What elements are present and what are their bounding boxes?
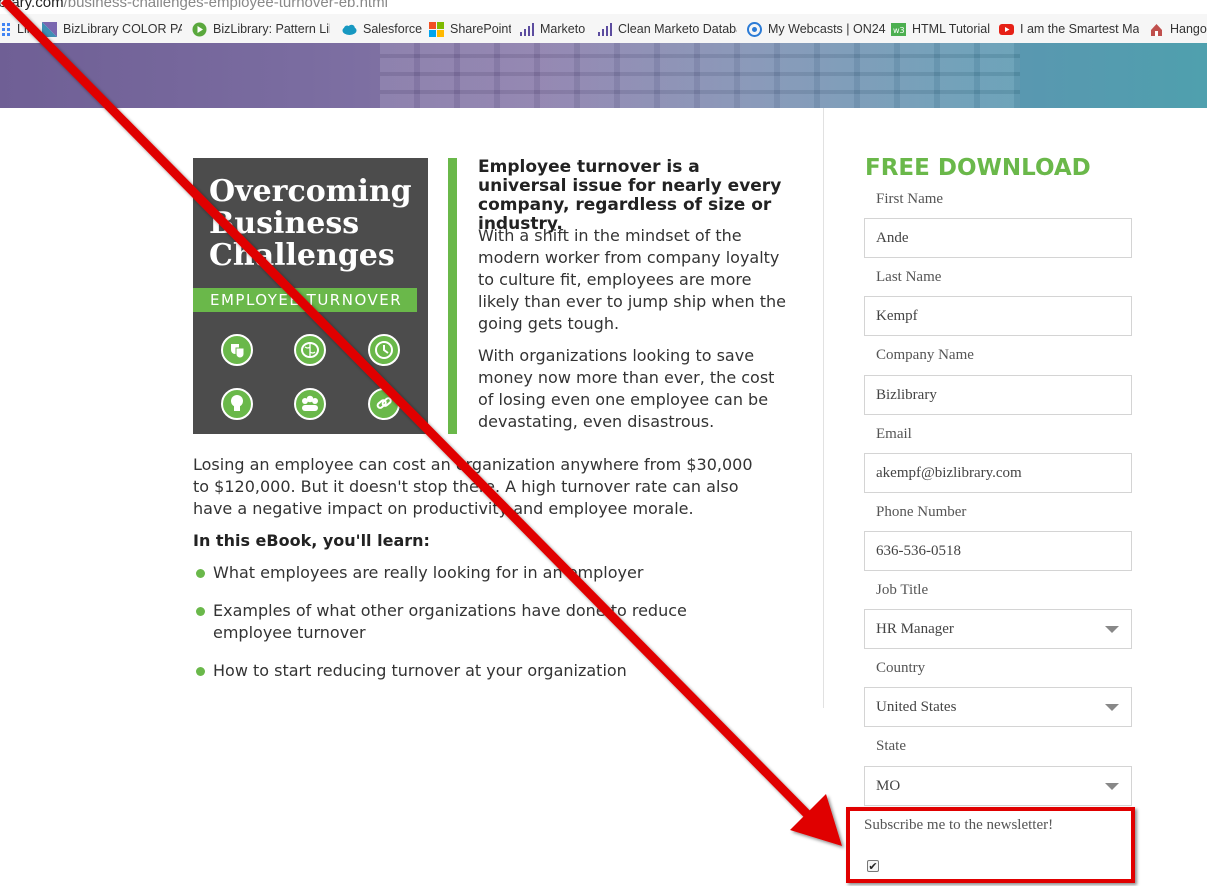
bookmark-clean-marketo[interactable]: Clean Marketo Databa — [597, 20, 737, 38]
bookmark-marketo[interactable]: Marketo — [519, 20, 591, 38]
cover-band: EMPLOYEE TURNOVER — [193, 288, 417, 312]
phone-label: Phone Number — [876, 504, 967, 520]
url-text: brary.com/business-challenges-employee-t… — [0, 0, 388, 11]
link-icon — [368, 388, 400, 420]
form-title: FREE DOWNLOAD — [865, 155, 1091, 181]
state-value: MO — [876, 778, 901, 794]
last-name-field[interactable]: Kempf — [864, 296, 1132, 336]
cover-title-line-3: Challenges — [209, 238, 395, 273]
bullet-icon — [196, 569, 205, 578]
bars-icon — [597, 22, 612, 37]
email-field[interactable]: akempf@bizlibrary.com — [864, 453, 1132, 493]
svg-text:w3: w3 — [893, 26, 905, 35]
theater-masks-icon — [221, 334, 253, 366]
bookmark-html-tutorial[interactable]: w3 HTML Tutorial — [891, 20, 991, 38]
bookmark-sharepoint[interactable]: SharePoint — [429, 20, 511, 38]
ebook-cover: Overcoming Business Challenges EMPLOYEE … — [193, 158, 428, 434]
clock-icon — [368, 334, 400, 366]
cloud-icon — [342, 22, 357, 37]
chevron-down-icon — [1105, 704, 1119, 711]
address-bar[interactable]: brary.com/business-challenges-employee-t… — [0, 0, 1207, 14]
lead-heading: Employee turnover is a universal issue f… — [478, 157, 782, 234]
cover-title-line-2: Business — [209, 206, 360, 241]
country-value: United States — [876, 699, 957, 715]
country-select[interactable]: United States — [864, 687, 1132, 727]
bookmarks-bar: Lin BizLibrary COLOR PAL BizLibrary: Pat… — [0, 14, 1207, 44]
state-label: State — [876, 738, 906, 754]
first-name-field[interactable]: Ande — [864, 218, 1132, 258]
body-paragraph: Losing an employee can cost an organizat… — [193, 455, 753, 518]
chevron-down-icon — [1105, 626, 1119, 633]
w3-icon: w3 — [891, 22, 906, 37]
bookmark-hangouts[interactable]: Hangou — [1149, 20, 1207, 38]
chevron-down-icon — [1105, 783, 1119, 790]
intro-paragraph-1: With a shift in the mindset of the moder… — [478, 226, 786, 333]
play-icon — [192, 22, 207, 37]
hero-banner — [0, 43, 1207, 108]
bookmark-on24[interactable]: My Webcasts | ON24 — [747, 20, 887, 38]
highlight-box — [846, 807, 1135, 883]
last-name-label: Last Name — [876, 269, 942, 285]
brain-icon — [294, 334, 326, 366]
email-label: Email — [876, 426, 912, 442]
bookmark-apps[interactable]: Lin — [0, 20, 32, 38]
hangouts-icon — [1149, 22, 1164, 37]
job-title-value: HR Manager — [876, 621, 954, 637]
apps-icon — [0, 22, 11, 37]
learn-heading: In this eBook, you'll learn: — [193, 531, 430, 550]
intro-paragraph-2: With organizations looking to save money… — [478, 346, 775, 431]
company-name-field[interactable]: Bizlibrary — [864, 375, 1132, 415]
company-name-label: Company Name — [876, 347, 974, 363]
bizlibrary-logo-icon — [42, 21, 57, 37]
webcast-icon — [747, 21, 762, 37]
country-label: Country — [876, 660, 926, 676]
phone-field[interactable]: 636-536-0518 — [864, 531, 1132, 571]
annotation-arrow — [0, 0, 842, 846]
bookmark-youtube[interactable]: I am the Smartest Mar — [999, 20, 1139, 38]
windows-icon — [429, 21, 444, 37]
bars-icon — [519, 22, 534, 37]
youtube-icon — [999, 22, 1014, 37]
lightbulb-icon — [221, 388, 253, 420]
bullet-icon — [196, 607, 205, 616]
bookmark-pattern-library[interactable]: BizLibrary: Pattern Libr — [192, 20, 330, 38]
job-title-select[interactable]: HR Manager — [864, 609, 1132, 649]
job-title-label: Job Title — [876, 582, 929, 598]
first-name-label: First Name — [876, 191, 944, 207]
bookmark-salesforce[interactable]: Salesforce — [342, 20, 422, 38]
bullet-icon — [196, 667, 205, 676]
team-icon — [294, 388, 326, 420]
bookmark-bizlibrary-color-palette[interactable]: BizLibrary COLOR PAL — [42, 20, 182, 38]
cover-title-line-1: Overcoming — [209, 174, 412, 209]
state-select[interactable]: MO — [864, 766, 1132, 806]
accent-bar — [448, 158, 457, 434]
column-divider — [823, 108, 824, 708]
